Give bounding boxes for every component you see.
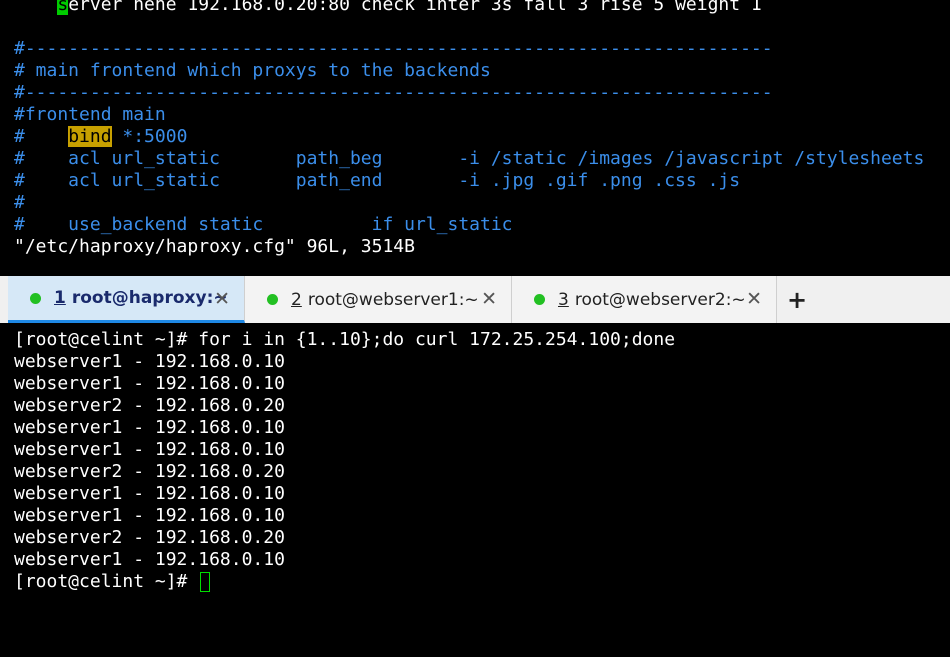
terminal-output-line: webserver1 - 192.168.0.10	[14, 351, 285, 372]
terminal-output-line: webserver2 - 192.168.0.20	[14, 527, 285, 548]
session-tab-bar: 1 root@haproxy:~ ✕ 2 root@webserver1:~ ✕…	[0, 276, 950, 324]
editor-line: #frontend main	[14, 104, 166, 125]
connected-status-icon	[30, 292, 41, 304]
editor-cursor: s	[57, 0, 69, 15]
connected-status-icon	[267, 294, 278, 305]
close-tab-icon[interactable]: ✕	[481, 288, 497, 310]
terminal-output-line: webserver2 - 192.168.0.20	[14, 461, 285, 482]
tab-label: root@webserver2:~	[574, 289, 746, 310]
editor-line: #	[14, 192, 25, 213]
editor-line: server hehe 192.168.0.20:80 check inter …	[14, 0, 762, 16]
close-tab-icon[interactable]: ✕	[214, 288, 230, 310]
editor-line: #---------------------------------------…	[14, 82, 773, 103]
tab-label: root@webserver1:~	[307, 289, 479, 310]
editor-pane[interactable]: server hehe 192.168.0.20:80 check inter …	[0, 0, 950, 268]
tab-label: root@haproxy:~	[71, 288, 228, 308]
terminal-command-line: [root@celint ~]# for i in {1..10};do cur…	[14, 329, 676, 350]
terminal-cursor	[200, 572, 211, 592]
terminal-output-line: webserver1 - 192.168.0.10	[14, 417, 285, 438]
editor-line: # main frontend which proxys to the back…	[14, 60, 491, 81]
terminal-output-line: webserver1 - 192.168.0.10	[14, 439, 285, 460]
terminal-output-line: webserver1 - 192.168.0.10	[14, 483, 285, 504]
editor-line: # use_backend static if url_static	[14, 214, 513, 235]
editor-status-line: "/etc/haproxy/haproxy.cfg" 96L, 3514B	[14, 236, 415, 257]
terminal-prompt-line[interactable]: [root@celint ~]#	[14, 571, 211, 593]
editor-line: # bind *:5000	[14, 126, 188, 147]
search-highlight: bind	[68, 126, 112, 147]
terminal-output-line: webserver1 - 192.168.0.10	[14, 505, 285, 526]
editor-line: # acl url_static path_beg -i /static /im…	[14, 148, 925, 169]
terminal-output-line: webserver1 - 192.168.0.10	[14, 549, 285, 570]
add-tab-button[interactable]: +	[784, 276, 810, 323]
shell-prompt: [root@celint ~]#	[14, 571, 199, 592]
tab-session-2[interactable]: 2 root@webserver1:~ ✕	[245, 276, 512, 323]
tab-session-1[interactable]: 1 root@haproxy:~ ✕	[8, 276, 245, 323]
connected-status-icon	[534, 294, 545, 305]
tab-session-3[interactable]: 3 root@webserver2:~ ✕	[512, 276, 777, 323]
terminal-output-line: webserver2 - 192.168.0.20	[14, 395, 285, 416]
terminal-output-line: webserver1 - 192.168.0.10	[14, 373, 285, 394]
editor-line: # acl url_static path_end -i .jpg .gif .…	[14, 170, 741, 191]
editor-line: #---------------------------------------…	[14, 38, 773, 59]
close-tab-icon[interactable]: ✕	[746, 288, 762, 310]
terminal-pane[interactable]: [root@celint ~]# for i in {1..10};do cur…	[0, 323, 950, 657]
